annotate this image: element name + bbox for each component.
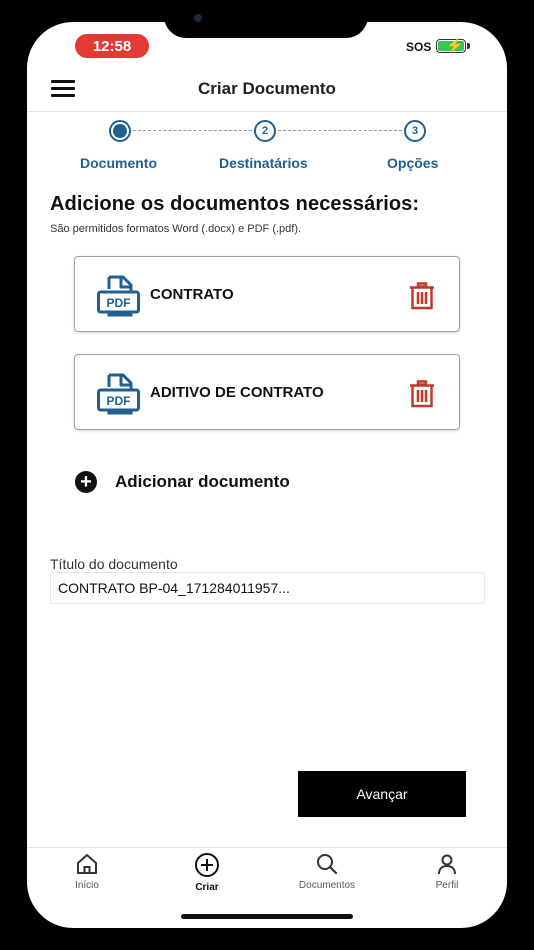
tab-perfil[interactable]: Perfil (402, 852, 492, 891)
title-field-input[interactable]: CONTRATO BP-04_171284011957... (50, 572, 485, 604)
status-carrier: SOS (406, 40, 432, 54)
trash-icon[interactable] (409, 380, 435, 408)
step-3-label: Opções (387, 155, 439, 171)
pdf-icon-text: PDF (107, 394, 131, 408)
battery-icon: ⚡ (436, 37, 466, 53)
pdf-file-icon: PDF (97, 373, 140, 415)
plus-circle-icon (195, 853, 219, 877)
step-1-label: Documento (80, 155, 157, 171)
section-subheading: São permitidos formatos Word (.docx) e P… (50, 223, 302, 235)
front-camera (194, 14, 202, 22)
status-time: 12:58 (75, 34, 149, 58)
plus-circle-icon: + (75, 471, 97, 493)
stepper-connector (278, 130, 402, 131)
user-icon (438, 854, 456, 875)
stepper-connector (133, 130, 252, 131)
document-card[interactable]: PDF ADITIVO DE CONTRATO (74, 354, 460, 430)
pdf-file-icon: PDF (97, 275, 140, 317)
step-1-indicator (109, 120, 131, 142)
section-heading: Adicione os documentos necessários: (50, 193, 420, 215)
tab-label: Criar (195, 882, 219, 893)
title-field-label: Título do documento (50, 556, 178, 572)
tab-label: Documentos (298, 880, 356, 891)
page-title: Criar Documento (198, 79, 336, 98)
add-document-button[interactable]: + Adicionar documento (75, 469, 290, 495)
tab-label: Início (75, 880, 99, 891)
document-name: ADITIVO DE CONTRATO (150, 384, 324, 401)
tab-criar[interactable]: Criar (162, 852, 252, 893)
document-card[interactable]: PDF CONTRATO (74, 256, 460, 332)
trash-icon[interactable] (409, 282, 435, 310)
home-indicator (181, 914, 353, 919)
battery-tip (467, 43, 470, 49)
search-icon (317, 854, 338, 875)
tab-label: Perfil (435, 880, 459, 891)
tab-inicio[interactable]: Início (42, 852, 132, 891)
tab-bar-divider (27, 847, 507, 848)
next-button[interactable]: Avançar (298, 771, 466, 817)
step-3-indicator: 3 (404, 120, 426, 142)
step-2-indicator: 2 (254, 120, 276, 142)
pdf-icon-text: PDF (107, 296, 131, 310)
header-divider (27, 111, 507, 112)
home-icon (77, 854, 97, 874)
tab-documentos[interactable]: Documentos (282, 852, 372, 891)
document-name: CONTRATO (150, 286, 234, 303)
step-2-label: Destinatários (219, 155, 308, 171)
add-document-label: Adicionar documento (115, 472, 290, 491)
